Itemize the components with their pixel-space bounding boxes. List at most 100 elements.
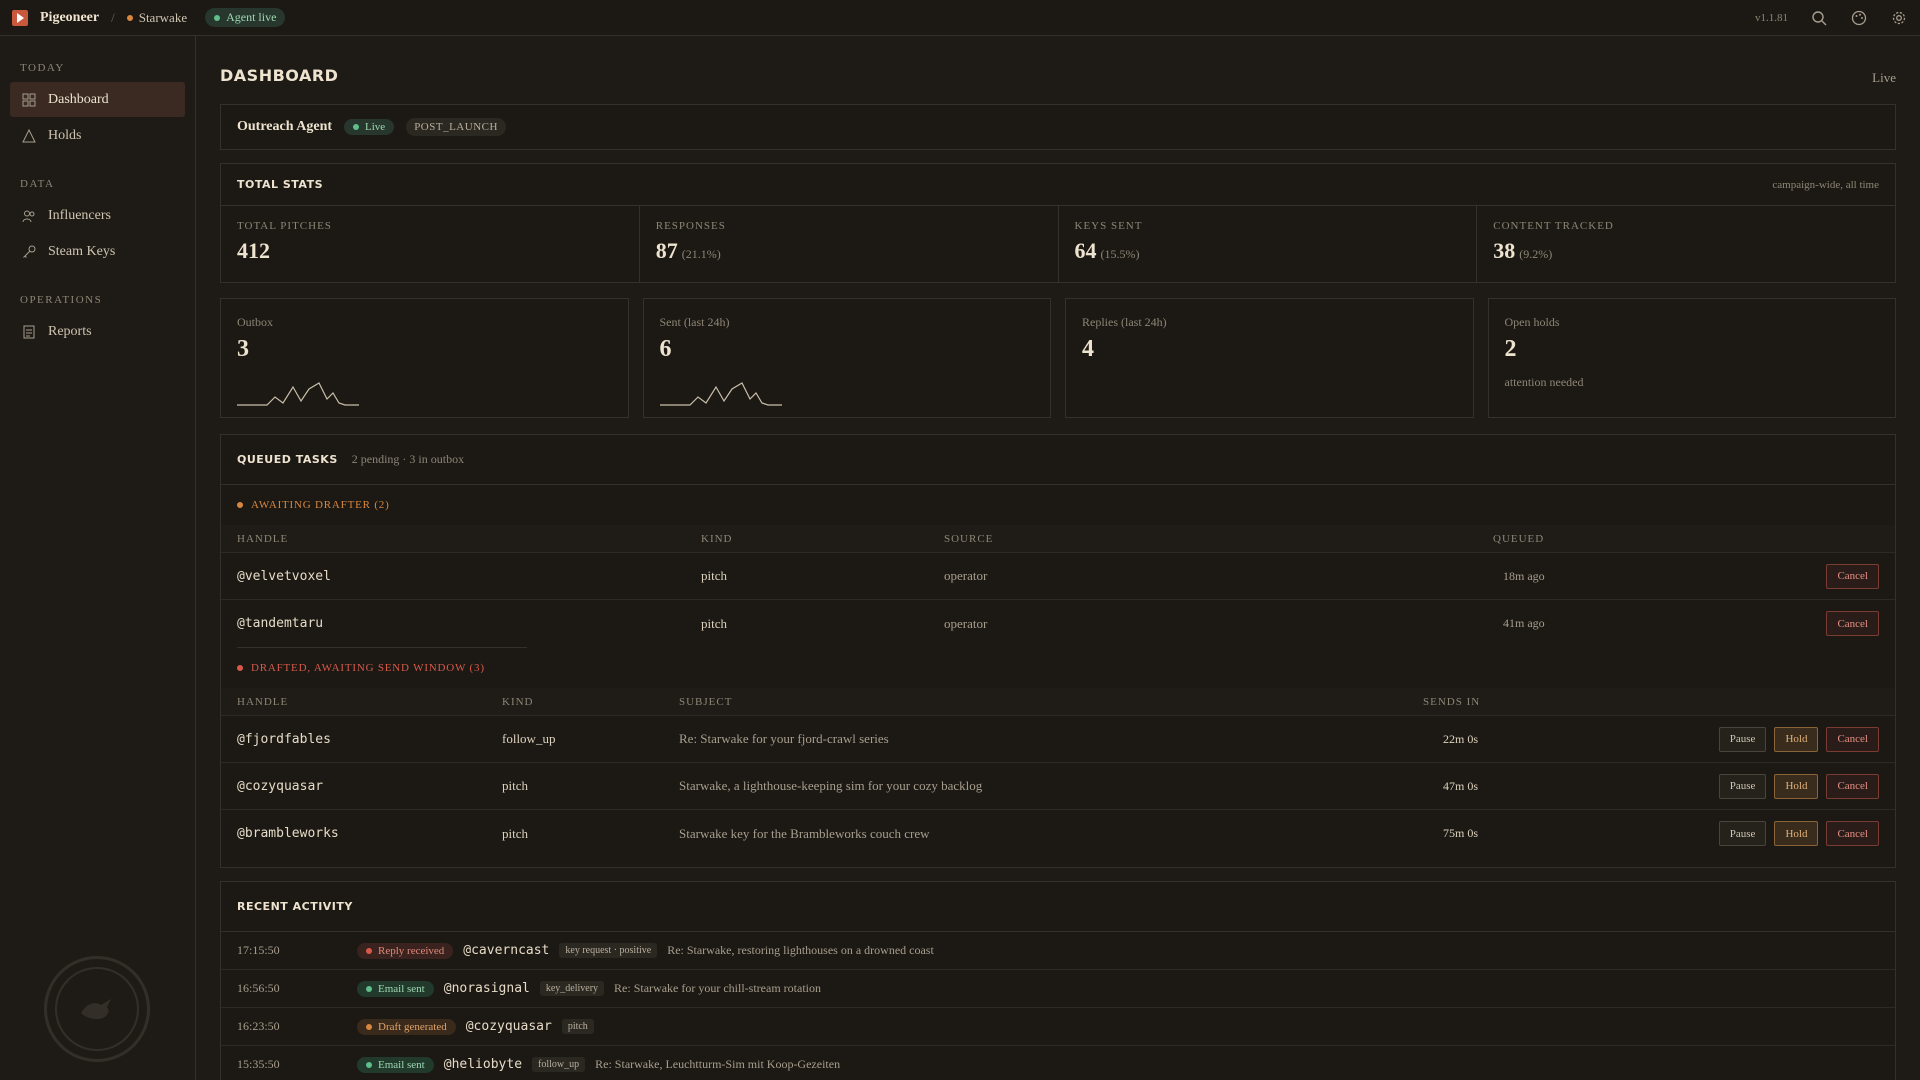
activity-tag: key_delivery <box>539 981 605 996</box>
cancel-button[interactable]: Cancel <box>1826 821 1879 846</box>
table-row: @brambleworks pitch Starwake key for the… <box>221 810 1895 857</box>
users-icon <box>22 209 36 223</box>
activity-handle[interactable]: @norasignal <box>444 981 530 996</box>
event-label: Draft generated <box>378 1020 447 1033</box>
group-label: AWAITING DRAFTER (2) <box>251 499 390 511</box>
sidebar-section-operations: OPERATIONS <box>20 294 103 306</box>
row-source: operator <box>944 568 988 583</box>
column-header: SUBJECT <box>679 695 733 708</box>
cancel-button[interactable]: Cancel <box>1826 726 1879 752</box>
sidebar-item-dashboard[interactable]: Dashboard <box>10 82 185 117</box>
project-breadcrumb[interactable]: Starwake <box>126 10 187 26</box>
hold-button[interactable]: Hold <box>1774 773 1819 799</box>
card-sent-24h[interactable]: Sent (last 24h) 6 <box>642 298 1051 418</box>
table-row: @cozyquasar pitch Starwake, a lighthouse… <box>221 763 1895 810</box>
event-label: Email sent <box>378 1058 425 1071</box>
cancel-button[interactable]: Cancel <box>1826 563 1879 589</box>
row-handle[interactable]: @fjordfables <box>237 732 502 747</box>
event-dot-icon <box>366 1061 372 1068</box>
card-replies-24h[interactable]: Replies (last 24h) 4 <box>1065 298 1474 418</box>
sidebar-item-holds[interactable]: Holds <box>10 118 185 153</box>
card-outbox[interactable]: Outbox 3 <box>220 298 629 418</box>
search-icon[interactable] <box>1810 9 1828 27</box>
row-handle[interactable]: @cozyquasar <box>237 779 502 794</box>
row-kind: follow_up <box>502 731 556 746</box>
event-badge: Email sent <box>357 980 434 997</box>
activity-row[interactable]: 17:15:50 Reply received @caverncast key … <box>221 932 1895 970</box>
row-kind: pitch <box>701 568 727 583</box>
gear-icon[interactable] <box>1890 9 1908 27</box>
card-open-holds[interactable]: Open holds 2 attention needed <box>1487 298 1896 418</box>
row-subject: Re: Starwake for your fjord-crawl series <box>679 731 889 746</box>
row-sends-in: 22m 0s <box>1443 731 1479 746</box>
palette-icon[interactable] <box>1850 9 1868 27</box>
row-sends-in: 75m 0s <box>1443 826 1479 840</box>
activity-time: 16:56:50 <box>237 981 280 995</box>
sidebar-item-reports[interactable]: Reports <box>10 314 185 349</box>
agent-live-pill: Live <box>344 119 395 135</box>
activity-row[interactable]: 15:35:50 Email sent @heliobyte follow_up… <box>221 1046 1895 1080</box>
group-awaiting-drafter: AWAITING DRAFTER (2) <box>221 485 1895 525</box>
sidebar-item-steam-keys[interactable]: Steam Keys <box>10 234 185 269</box>
row-source: operator <box>944 615 988 631</box>
activity-handle[interactable]: @caverncast <box>463 943 549 958</box>
group-label: DRAFTED, AWAITING SEND WINDOW (3) <box>251 662 485 674</box>
group-dot-icon <box>237 665 243 671</box>
column-header: KIND <box>701 532 733 545</box>
pause-button[interactable]: Pause <box>1718 773 1767 799</box>
metric-cards: Outbox 3 Sent (last 24h) 6 Replies (last… <box>220 298 1896 418</box>
stat-label: TOTAL PITCHES <box>237 220 332 232</box>
air-mail-stamp-logo <box>44 956 150 1062</box>
recent-activity-title: RECENT ACTIVITY <box>237 900 353 913</box>
hold-button[interactable]: Hold <box>1774 821 1819 846</box>
sidebar-item-label: Dashboard <box>48 91 109 107</box>
app-name[interactable]: Pigeoneer <box>40 10 99 26</box>
pause-button[interactable]: Pause <box>1718 821 1767 846</box>
activity-subject: Re: Starwake, restoring lighthouses on a… <box>667 943 934 957</box>
grid-icon <box>22 93 36 107</box>
stat-keys-sent: KEYS SENT 64 (15.5%) <box>1059 206 1478 282</box>
card-value: 2 <box>1504 336 1517 362</box>
pause-button[interactable]: Pause <box>1718 726 1767 752</box>
hold-button[interactable]: Hold <box>1774 726 1819 752</box>
activity-row[interactable]: 16:56:50 Email sent @norasignal key_deli… <box>221 970 1895 1008</box>
row-kind: pitch <box>502 778 528 793</box>
activity-row[interactable]: 16:23:50 Draft generated @cozyquasar pit… <box>221 1008 1895 1046</box>
sidebar-item-influencers[interactable]: Influencers <box>10 198 185 233</box>
total-stats-panel: TOTAL STATS campaign-wide, all time TOTA… <box>220 163 1896 283</box>
row-handle[interactable]: @tandemtaru <box>237 616 701 631</box>
column-header: SENDS IN <box>1423 695 1481 708</box>
agent-name: Outreach Agent <box>237 119 333 134</box>
stat-percent: (21.1%) <box>681 247 721 261</box>
top-bar: Pigeoneer / Starwake Agent live v1.1.81 <box>0 0 1920 36</box>
cancel-button[interactable]: Cancel <box>1826 773 1879 799</box>
app-logo-icon <box>12 9 28 26</box>
recent-activity-panel: RECENT ACTIVITY 17:15:50 Reply received … <box>220 881 1896 1080</box>
activity-time: 15:35:50 <box>237 1057 280 1071</box>
column-header: HANDLE <box>237 532 289 545</box>
version-label: v1.1.81 <box>1755 11 1788 24</box>
sidebar-section-today: TODAY <box>20 62 65 74</box>
live-link[interactable]: Live <box>1872 70 1896 86</box>
row-handle[interactable]: @velvetvoxel <box>237 569 701 584</box>
event-dot-icon <box>366 947 372 954</box>
card-label: Sent (last 24h) <box>659 315 730 329</box>
activity-tag: key request · positive <box>559 943 658 958</box>
row-handle[interactable]: @brambleworks <box>237 826 502 841</box>
project-dot-icon <box>126 14 133 21</box>
activity-handle[interactable]: @heliobyte <box>444 1057 522 1072</box>
stat-percent: (9.2%) <box>1519 247 1553 261</box>
card-label: Open holds <box>1504 315 1560 329</box>
agent-live-label: Live <box>365 121 386 133</box>
card-label: Replies (last 24h) <box>1082 315 1167 329</box>
drafter-table-header: HANDLE KIND SOURCE QUEUED <box>221 525 1895 553</box>
stat-value: 38 <box>1493 238 1516 263</box>
sidebar-section-data: DATA <box>20 178 55 190</box>
cancel-button[interactable]: Cancel <box>1826 611 1879 636</box>
queued-tasks-title: QUEUED TASKS <box>237 453 338 466</box>
row-kind: pitch <box>701 615 727 631</box>
event-label: Reply received <box>378 944 445 957</box>
agent-status-pill: Agent live <box>205 8 286 27</box>
activity-handle[interactable]: @cozyquasar <box>466 1019 552 1034</box>
stat-label: KEYS SENT <box>1074 220 1143 232</box>
